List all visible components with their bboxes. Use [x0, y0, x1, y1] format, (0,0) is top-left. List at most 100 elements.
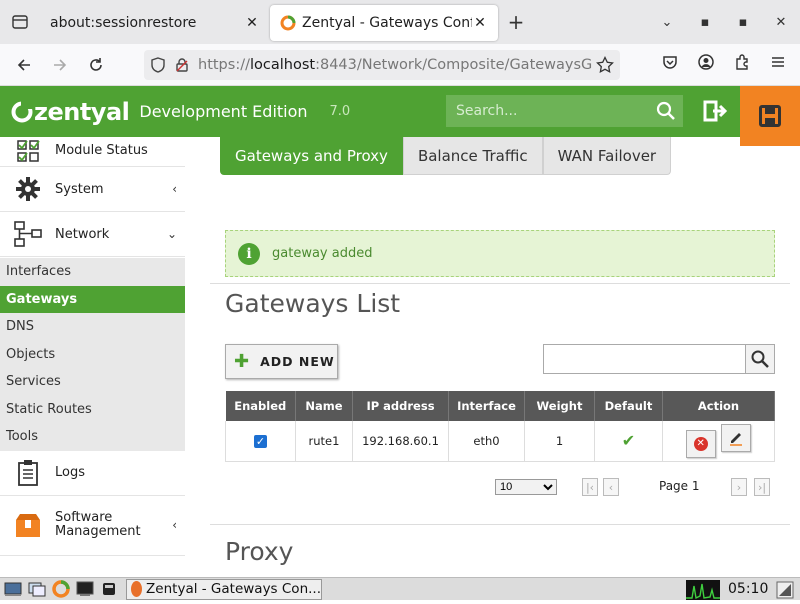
logout-icon [703, 100, 727, 122]
table-search-input[interactable] [543, 344, 746, 374]
box-icon [0, 512, 55, 538]
page-label: Page 1 [659, 479, 700, 493]
pocket-button[interactable] [652, 46, 688, 78]
interface-cell: eth0 [448, 421, 525, 462]
zentyal-logo[interactable]: zentyal [10, 98, 130, 126]
sidebar-item-logs[interactable]: Logs [0, 451, 185, 496]
taskbar: Zentyal - Gateways Con... 05:10 [0, 577, 800, 600]
composite-tabs: Gateways and Proxy Balance Traffic WAN F… [220, 137, 672, 175]
maximize-button[interactable]: ▪ [724, 15, 762, 30]
module-status-icon [0, 139, 55, 163]
sidebar-item-interfaces[interactable]: Interfaces [0, 258, 185, 286]
show-desktop-icon[interactable] [2, 579, 24, 599]
pencil-icon [730, 432, 743, 446]
browser-tab-session-restore[interactable]: about:sessionrestore ✕ [40, 5, 270, 41]
sidebar-item-network[interactable]: Network ⌄ [0, 212, 185, 257]
back-button[interactable] [6, 49, 42, 81]
sidebar-item-gateways[interactable]: Gateways [0, 285, 185, 313]
star-icon[interactable] [596, 56, 614, 74]
url-bar[interactable]: https://localhost:8443/Network/Composite… [144, 50, 620, 80]
sidebar-item-system[interactable]: System ‹ [0, 167, 185, 212]
chevron-right-icon: › [736, 480, 742, 494]
url-prefix: https:// [198, 57, 250, 73]
divider [210, 283, 790, 284]
tab-list-button[interactable] [0, 0, 40, 44]
next-page-button[interactable]: › [731, 478, 747, 496]
pocket-icon [663, 56, 677, 69]
file-manager-icon[interactable] [26, 579, 48, 599]
close-icon[interactable]: ✕ [244, 15, 260, 31]
search-icon [751, 350, 769, 368]
table-search-button[interactable] [746, 344, 775, 374]
chevron-left-icon: ‹ [608, 480, 614, 494]
col-enabled[interactable]: Enabled [225, 391, 296, 421]
col-interface[interactable]: Interface [448, 391, 525, 421]
header-search [446, 95, 683, 127]
forward-button[interactable] [42, 49, 78, 81]
checkmark-icon: ✔ [621, 431, 636, 451]
close-icon[interactable]: ✕ [472, 15, 488, 31]
arrow-left-icon [17, 58, 30, 71]
cpu-monitor-graph [686, 580, 720, 600]
prev-page-button[interactable]: ‹ [603, 478, 619, 496]
edit-button[interactable] [721, 423, 752, 452]
search-button[interactable] [649, 101, 683, 121]
minimize-button[interactable]: ▪ [686, 15, 724, 30]
close-window-button[interactable]: ✕ [762, 15, 800, 30]
search-icon [656, 101, 675, 120]
sidebar-item-services[interactable]: Services [0, 368, 185, 396]
gateways-list-title: Gateways List [225, 289, 401, 318]
col-default[interactable]: Default [594, 391, 663, 421]
browser-tab-zentyal[interactable]: Zentyal - Gateways Conf ✕ [270, 5, 498, 41]
sidebar: Module Status System ‹ Network ⌄ Interfa… [0, 137, 185, 577]
tab-gateways-and-proxy[interactable]: Gateways and Proxy [220, 137, 403, 175]
account-button[interactable] [688, 46, 724, 78]
enabled-checkbox[interactable]: ✓ [254, 434, 267, 448]
first-page-button[interactable]: |‹ [582, 478, 598, 496]
search-input[interactable] [456, 103, 649, 119]
add-new-button[interactable]: ✚ ADD NEW [225, 344, 338, 379]
taskbar-window-button[interactable]: Zentyal - Gateways Con... [126, 578, 322, 600]
tab-balance-traffic[interactable]: Balance Traffic [402, 137, 543, 175]
sidebar-item-module-status[interactable]: Module Status [0, 137, 185, 167]
chevron-down-icon[interactable]: ⌄ [648, 15, 686, 30]
logout-button[interactable] [700, 96, 730, 126]
col-weight[interactable]: Weight [524, 391, 595, 421]
success-notice: i gateway added [225, 230, 775, 277]
divider [210, 524, 790, 525]
last-page-button[interactable]: ›| [754, 478, 770, 496]
sidebar-item-software-management[interactable]: Software Management ‹ [0, 496, 185, 556]
app-launcher-icon[interactable] [98, 579, 120, 599]
default-cell: ✔ [594, 421, 663, 462]
new-tab-button[interactable]: + [498, 10, 534, 34]
extensions-button[interactable] [724, 46, 760, 78]
sidebar-item-label: Network [55, 226, 110, 242]
tab-wan-failover[interactable]: WAN Failover [542, 137, 672, 175]
action-cell: ✕ [662, 421, 775, 462]
reload-button[interactable] [78, 49, 114, 81]
menu-button[interactable] [760, 46, 796, 78]
taskbar-window-title: Zentyal - Gateways Con... [146, 581, 321, 597]
sidebar-item-objects[interactable]: Objects [0, 340, 185, 368]
url-text: https://localhost:8443/Network/Composite… [198, 57, 596, 73]
table-row: ✓ rute1 192.168.60.1 eth0 1 ✔ ✕ [225, 421, 775, 462]
zentyal-favicon-icon [280, 15, 296, 31]
sidebar-item-static-routes[interactable]: Static Routes [0, 395, 185, 423]
hamburger-icon [772, 57, 784, 67]
zentyal-app-icon[interactable] [50, 579, 72, 599]
version-label: 7.0 [329, 104, 351, 119]
network-tray-icon[interactable] [776, 581, 794, 599]
url-path: :8443/Network/Composite/GatewaysG [315, 57, 593, 73]
sidebar-item-dns[interactable]: DNS [0, 313, 185, 341]
sidebar-item-tools[interactable]: Tools [0, 423, 185, 451]
terminal-icon[interactable] [74, 579, 96, 599]
delete-button[interactable]: ✕ [685, 429, 716, 458]
col-name[interactable]: Name [295, 391, 353, 421]
proxy-title: Proxy [225, 537, 294, 566]
tab-list-icon [12, 15, 28, 29]
browser-toolbar-right [652, 46, 796, 78]
page-size-select[interactable]: 10 [495, 479, 557, 495]
firefox-icon [131, 581, 143, 597]
chevron-left-icon: ‹ [172, 518, 177, 532]
col-ip-address[interactable]: IP address [352, 391, 449, 421]
